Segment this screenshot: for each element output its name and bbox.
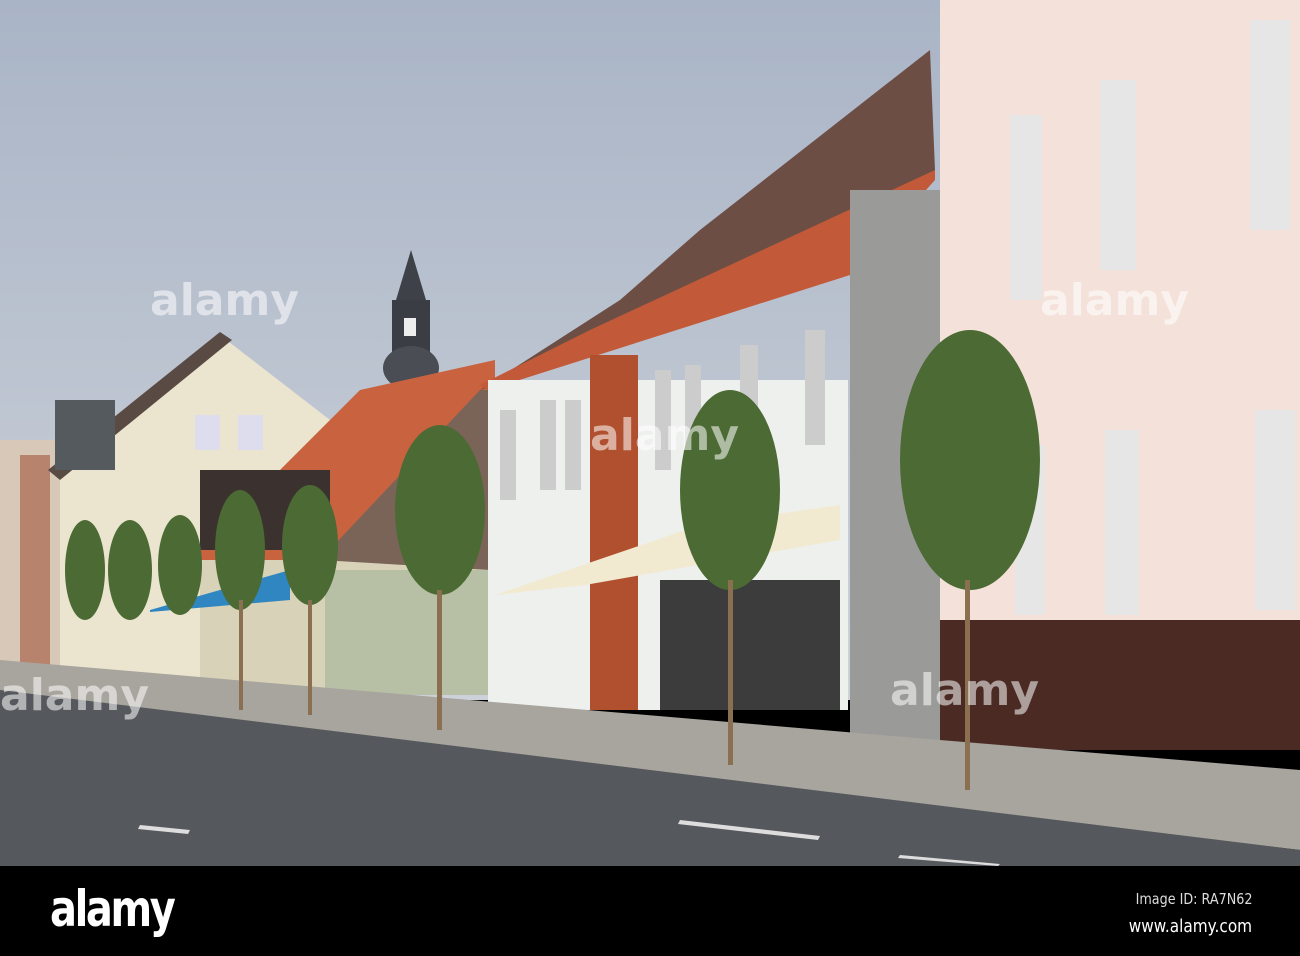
footer-bar: alamy Image ID: RA7N62 www.alamy.com <box>0 866 1300 956</box>
street-photo: alamy alamy alamy alamy alamy <box>0 0 1300 866</box>
image-id: Image ID: RA7N62 <box>1135 890 1252 908</box>
svg-text:alamy: alamy <box>590 410 739 461</box>
svg-text:alamy: alamy <box>890 665 1039 716</box>
site-url: www.alamy.com <box>1128 916 1252 937</box>
svg-text:alamy: alamy <box>150 275 299 326</box>
stock-photo-frame: alamy alamy alamy alamy alamy alamy Imag… <box>0 0 1300 956</box>
svg-text:alamy: alamy <box>1040 275 1189 326</box>
svg-text:alamy: alamy <box>0 670 149 721</box>
alamy-logo: alamy <box>50 880 176 938</box>
